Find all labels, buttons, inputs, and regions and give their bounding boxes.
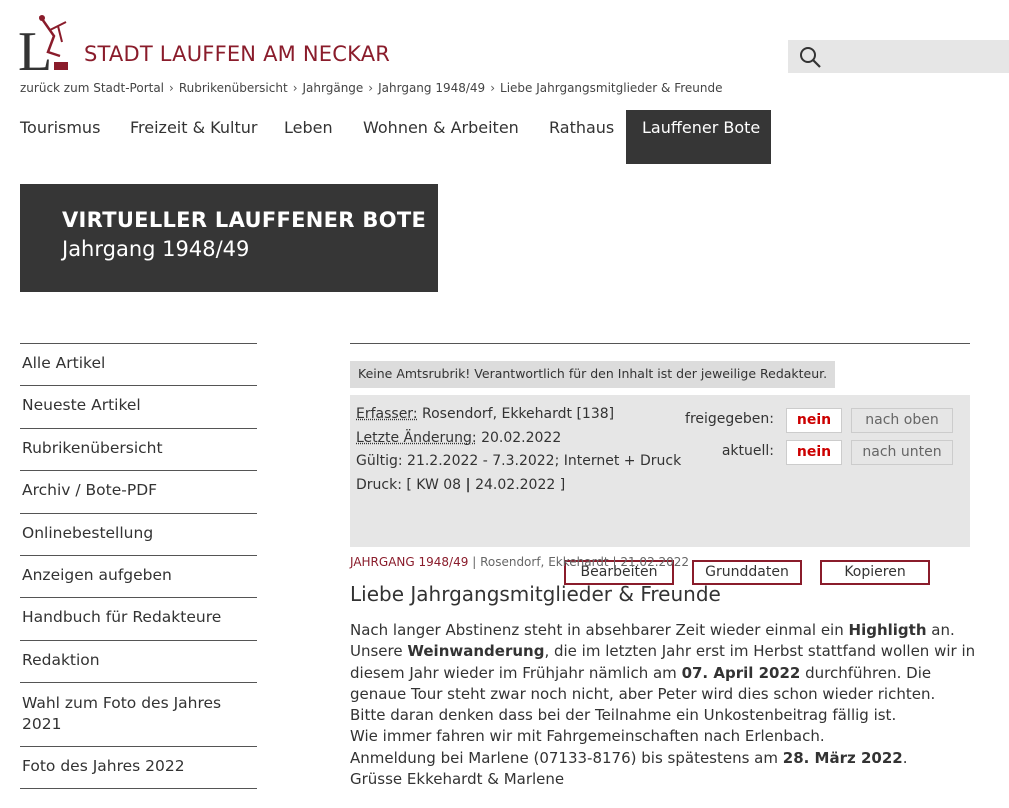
search-input[interactable]: [826, 40, 1006, 73]
article-title: Liebe Jahrgangsmitglieder & Freunde: [350, 582, 721, 606]
chevron-right-icon: ›: [368, 81, 374, 95]
article-author: Rosendorf, Ekkehardt: [480, 555, 609, 569]
city-logo-icon[interactable]: L: [18, 12, 76, 74]
sidebar-item-redaktion[interactable]: Redaktion: [20, 641, 257, 683]
article-line: Bitte daran denken dass bei der Teilnahm…: [350, 706, 897, 725]
article-line: Wie immer fahren wir mit Fahrgemeinschaf…: [350, 727, 825, 746]
svg-text:L: L: [18, 21, 52, 74]
copy-button[interactable]: Kopieren: [820, 560, 930, 585]
sidebar-item-onlinebestellung[interactable]: Onlinebestellung: [20, 514, 257, 556]
nav-item-tourismus[interactable]: Tourismus: [20, 110, 100, 164]
breadcrumb-jahrgang-link[interactable]: Jahrgang 1948/49: [378, 81, 485, 95]
search-box[interactable]: [788, 40, 1009, 73]
nav-item-rathaus[interactable]: Rathaus: [549, 110, 614, 164]
sidebar-item-handbuch[interactable]: Handbuch für Redakteure: [20, 598, 257, 641]
hero-subtitle: Jahrgang 1948/49: [62, 237, 250, 261]
article-line: Nach langer Abstinenz steht in absehbare…: [350, 621, 955, 639]
nav-item-lauffener-bote[interactable]: Lauffener Bote: [626, 110, 771, 164]
breadcrumb-portal-link[interactable]: zurück zum Stadt-Portal: [20, 81, 164, 95]
hero-banner: VIRTUELLER LAUFFENER BOTE Jahrgang 1948/…: [20, 184, 438, 292]
hero-title: VIRTUELLER LAUFFENER BOTE: [62, 208, 427, 232]
freigegeben-status[interactable]: nein: [786, 408, 842, 433]
article-body: Nach langer Abstinenz steht in absehbare…: [350, 620, 975, 790]
notice-banner: Keine Amtsrubrik! Verantwortlich für den…: [350, 361, 836, 388]
chevron-right-icon: ›: [292, 81, 298, 95]
search-icon[interactable]: [798, 45, 822, 69]
aktuell-label: aktuell:: [721, 443, 774, 459]
druck-text: Druck: [ KW 08 | 24.02.2022 ]: [356, 476, 566, 493]
sidebar-item-foto-2022[interactable]: Foto des Jahres 2022: [20, 747, 257, 789]
article-info-box: Erfasser: Rosendorf, Ekkehardt [138] Let…: [350, 395, 970, 547]
sidebar-item-alle-artikel[interactable]: Alle Artikel: [20, 344, 257, 386]
erfasser-label: Erfasser:: [356, 406, 418, 422]
sidebar-item-archiv[interactable]: Archiv / Bote-PDF: [20, 471, 257, 514]
article-date: 21.02.2022: [620, 555, 690, 569]
gueltig-text: Gültig: 21.2.2022 - 7.3.2022; Internet +…: [356, 453, 682, 469]
site-title[interactable]: STADT LAUFFEN AM NECKAR: [84, 42, 390, 66]
erfasser-value: Rosendorf, Ekkehardt [138]: [422, 406, 615, 422]
aenderung-label: Letzte Änderung:: [356, 429, 477, 446]
breadcrumb: zurück zum Stadt-Portal › Rubrikenübersich…: [20, 81, 723, 95]
breadcrumb-rubriken-link[interactable]: Rubrikenübersicht: [179, 81, 288, 95]
move-up-button[interactable]: nach oben: [851, 408, 953, 433]
sidebar-item-rubrikenuebersicht[interactable]: Rubrikenübersicht: [20, 429, 257, 471]
article-line: diesem Jahr wieder im Frühjahr nämlich a…: [350, 663, 932, 682]
sidebar-nav: Alle Artikel Neueste Artikel Rubrikenübe…: [20, 343, 257, 789]
chevron-right-icon: ›: [490, 81, 496, 95]
sidebar-item-wahl-foto-2021[interactable]: Wahl zum Foto des Jahres 2021: [20, 683, 257, 747]
article-line: Anmeldung bei Marlene (07133-8176) bis s…: [350, 748, 908, 767]
article-line: Unsere Weinwanderung, die im letzten Jah…: [350, 642, 976, 661]
chevron-right-icon: ›: [169, 81, 174, 95]
aenderung-value: 20.02.2022: [481, 429, 562, 446]
article-line: Grüsse Ekkehardt & Marlene: [350, 770, 565, 789]
breadcrumb-current: Liebe Jahrgangsmitglieder & Freunde: [500, 81, 723, 95]
article-line: genaue Tour steht zwar noch nicht, aber …: [350, 684, 936, 703]
sidebar-item-anzeigen[interactable]: Anzeigen aufgeben: [20, 556, 257, 598]
article-meta: JAHRGANG 1948/49 | Rosendorf, Ekkehardt …: [350, 555, 690, 569]
article-content: Keine Amtsrubrik! Verantwortlich für den…: [350, 343, 975, 788]
move-down-button[interactable]: nach unten: [851, 440, 953, 465]
nav-item-leben[interactable]: Leben: [284, 110, 333, 164]
breadcrumb-jahrgaenge-link[interactable]: Jahrgänge: [303, 81, 364, 95]
freigegeben-label: freigegeben:: [685, 411, 774, 427]
sidebar-item-neueste-artikel[interactable]: Neueste Artikel: [20, 386, 257, 429]
nav-item-freizeit-kultur[interactable]: Freizeit & Kultur: [130, 110, 257, 164]
nav-item-wohnen-arbeiten[interactable]: Wohnen & Arbeiten: [363, 110, 519, 164]
article-category-link[interactable]: JAHRGANG 1948/49: [350, 555, 468, 569]
aktuell-status[interactable]: nein: [786, 440, 842, 465]
